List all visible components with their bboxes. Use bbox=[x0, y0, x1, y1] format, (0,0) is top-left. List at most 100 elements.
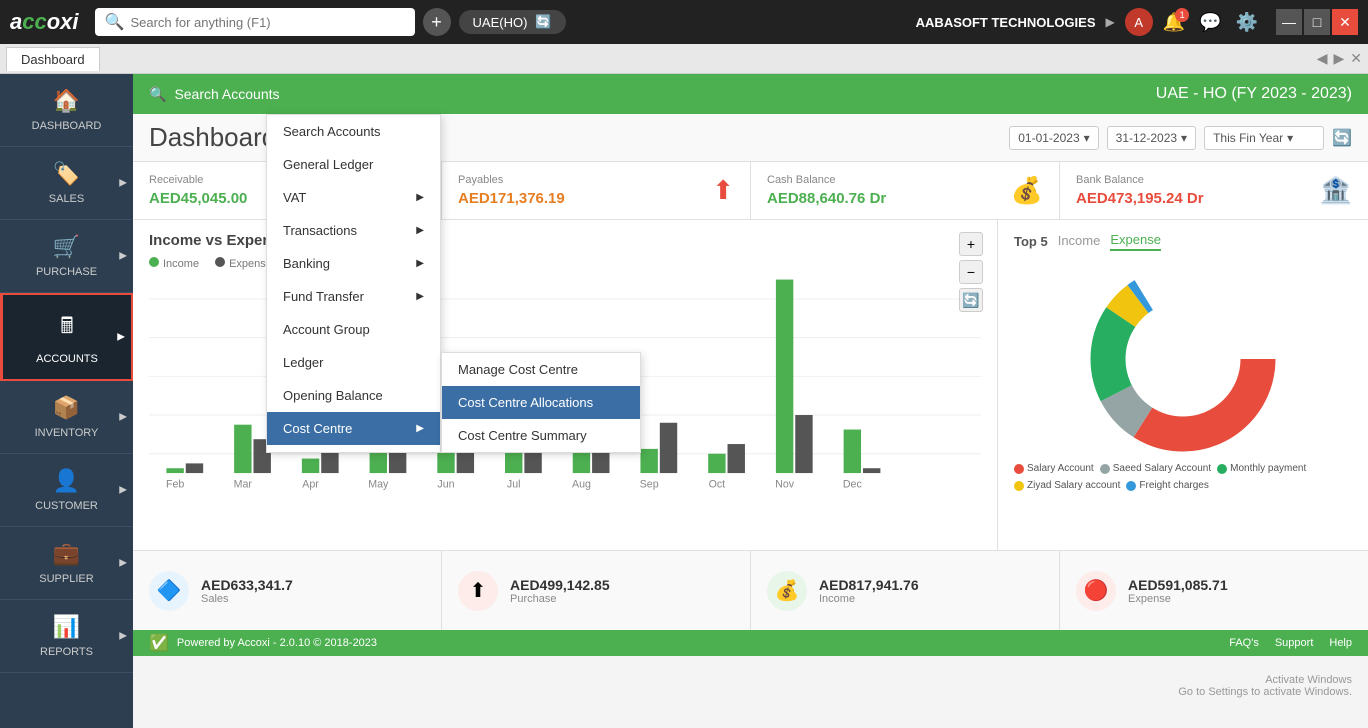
purchase-icon: 🛒 bbox=[53, 234, 80, 260]
sales-amount: AED633,341.7 bbox=[201, 577, 293, 593]
notification-icon[interactable]: 🔔1 bbox=[1163, 12, 1185, 33]
company-selector[interactable]: UAE(HO) 🔄 bbox=[459, 10, 566, 34]
expense-bottom-icon: 🔴 bbox=[1076, 571, 1116, 611]
zoom-out-button[interactable]: − bbox=[959, 260, 983, 284]
sidebar-label-reports: REPORTS bbox=[40, 646, 93, 658]
faq-link[interactable]: FAQ's bbox=[1229, 637, 1259, 649]
support-link[interactable]: Support bbox=[1275, 637, 1314, 649]
tab-controls: ◀ ▶ ✕ bbox=[1317, 50, 1362, 67]
purchase-amount: AED499,142.85 bbox=[510, 577, 610, 593]
top5-expense-tab[interactable]: Expense bbox=[1110, 232, 1161, 251]
top-bar: accoxi 🔍 + UAE(HO) 🔄 AABASOFT TECHNOLOGI… bbox=[0, 0, 1368, 44]
tab-nav-left[interactable]: ◀ bbox=[1317, 50, 1328, 67]
sales-icon: 🏷️ bbox=[53, 161, 80, 187]
menu-search-accounts[interactable]: Search Accounts bbox=[267, 115, 440, 148]
chart-controls: + − 🔄 bbox=[959, 232, 983, 312]
search-input[interactable] bbox=[130, 15, 390, 30]
company-name: AABASOFT TECHNOLOGIES bbox=[916, 15, 1096, 30]
sidebar: 🏠 DASHBOARD 🏷️ SALES ▶ 🛒 PURCHASE ▶ 🖩 AC… bbox=[0, 74, 133, 728]
date-to-selector[interactable]: 31-12-2023 ▾ bbox=[1107, 126, 1196, 150]
menu-banking[interactable]: Banking ▶ bbox=[267, 247, 440, 280]
legend-saeed: Saeed Salary Account bbox=[1100, 463, 1211, 474]
close-button[interactable]: ✕ bbox=[1332, 9, 1358, 35]
reports-icon: 📊 bbox=[53, 614, 80, 640]
company-code: UAE(HO) bbox=[473, 15, 528, 30]
svg-text:May: May bbox=[368, 479, 389, 491]
accounts-icon: 🖩 bbox=[60, 309, 73, 347]
maximize-button[interactable]: □ bbox=[1304, 9, 1330, 35]
search-box[interactable]: 🔍 bbox=[95, 8, 415, 36]
submenu-cost-centre-allocations[interactable]: Cost Centre Allocations bbox=[442, 386, 640, 419]
sidebar-item-sales[interactable]: 🏷️ SALES ▶ bbox=[0, 147, 133, 220]
top-right: AABASOFT TECHNOLOGIES ▶ A 🔔1 💬 ⚙️ — □ ✕ bbox=[916, 8, 1358, 36]
zoom-in-button[interactable]: + bbox=[959, 232, 983, 256]
sidebar-item-accounts[interactable]: 🖩 ACCOUNTS ▶ bbox=[0, 293, 133, 381]
window-controls: — □ ✕ bbox=[1276, 9, 1358, 35]
chevron-down-icon: ▾ bbox=[1287, 131, 1293, 145]
cost-centre-submenu: Manage Cost Centre Cost Centre Allocatio… bbox=[441, 352, 641, 453]
chevron-down-icon: ▾ bbox=[1181, 131, 1187, 145]
cash-balance-card: Cash Balance AED88,640.76 Dr 💰 bbox=[751, 162, 1060, 219]
menu-transactions[interactable]: Transactions ▶ bbox=[267, 214, 440, 247]
legend-salary: Salary Account bbox=[1014, 463, 1094, 474]
search-icon: 🔍 bbox=[105, 12, 125, 32]
svg-text:Feb: Feb bbox=[166, 479, 184, 491]
sidebar-item-inventory[interactable]: 📦 INVENTORY ▶ bbox=[0, 381, 133, 454]
menu-opening-balance[interactable]: Opening Balance bbox=[267, 379, 440, 412]
menu-cost-centre[interactable]: Cost Centre ▶ bbox=[267, 412, 440, 445]
menu-vat[interactable]: VAT ▶ bbox=[267, 181, 440, 214]
search-accounts-label[interactable]: 🔍 Search Accounts bbox=[149, 86, 280, 103]
bottom-cards: 🔷 AED633,341.7 Sales ⬆ AED499,142.85 Pur… bbox=[133, 550, 1368, 630]
refresh-icon[interactable]: 🔄 bbox=[1332, 128, 1352, 148]
chevron-right-icon: ▶ bbox=[416, 225, 424, 236]
expense-amount: AED591,085.71 bbox=[1128, 577, 1228, 593]
chevron-right-icon: ▶ bbox=[119, 631, 127, 642]
fin-year-selector[interactable]: This Fin Year ▾ bbox=[1204, 126, 1324, 150]
settings-icon[interactable]: ⚙️ bbox=[1236, 12, 1258, 33]
sidebar-item-purchase[interactable]: 🛒 PURCHASE ▶ bbox=[0, 220, 133, 293]
sales-label: Sales bbox=[201, 593, 293, 605]
bottom-card-purchase: ⬆ AED499,142.85 Purchase bbox=[442, 551, 751, 630]
date-controls: 01-01-2023 ▾ 31-12-2023 ▾ This Fin Year … bbox=[1009, 126, 1352, 150]
sidebar-item-reports[interactable]: 📊 REPORTS ▶ bbox=[0, 600, 133, 673]
sidebar-label-customer: CUSTOMER bbox=[35, 500, 98, 512]
submenu-cost-centre-summary[interactable]: Cost Centre Summary bbox=[442, 419, 640, 452]
sidebar-item-dashboard[interactable]: 🏠 DASHBOARD bbox=[0, 74, 133, 147]
income-label: Income bbox=[819, 593, 919, 605]
supplier-icon: 💼 bbox=[53, 541, 80, 567]
tab-close[interactable]: ✕ bbox=[1350, 50, 1362, 67]
add-button[interactable]: + bbox=[423, 8, 451, 36]
svg-text:Oct: Oct bbox=[709, 479, 726, 491]
menu-ledger[interactable]: Ledger bbox=[267, 346, 440, 379]
minimize-button[interactable]: — bbox=[1276, 9, 1302, 35]
chevron-right-icon: ▶ bbox=[117, 332, 125, 343]
menu-general-ledger[interactable]: General Ledger bbox=[267, 148, 440, 181]
receivable-value: AED45,045.00 bbox=[149, 190, 247, 207]
svg-text:Aug: Aug bbox=[572, 479, 591, 491]
help-link[interactable]: Help bbox=[1329, 637, 1352, 649]
svg-text:Nov: Nov bbox=[775, 479, 795, 491]
bank-balance-label: Bank Balance bbox=[1076, 174, 1204, 186]
chevron-right-icon: ▶ bbox=[119, 558, 127, 569]
sidebar-item-supplier[interactable]: 💼 SUPPLIER ▶ bbox=[0, 527, 133, 600]
top5-income-tab[interactable]: Income bbox=[1058, 233, 1101, 250]
purchase-bottom-icon: ⬆ bbox=[458, 571, 498, 611]
windows-activation-msg: Activate Windows Go to Settings to activ… bbox=[1178, 674, 1352, 698]
footer-icon: ✅ bbox=[149, 633, 169, 653]
date-from-selector[interactable]: 01-01-2023 ▾ bbox=[1009, 126, 1098, 150]
refresh-chart-button[interactable]: 🔄 bbox=[959, 288, 983, 312]
menu-fund-transfer[interactable]: Fund Transfer ▶ bbox=[267, 280, 440, 313]
tab-dashboard[interactable]: Dashboard bbox=[6, 47, 100, 71]
submenu-manage-cost-centre[interactable]: Manage Cost Centre bbox=[442, 353, 640, 386]
svg-text:Jul: Jul bbox=[507, 479, 521, 491]
income-amount: AED817,941.76 bbox=[819, 577, 919, 593]
svg-text:Mar: Mar bbox=[234, 479, 253, 491]
chat-icon[interactable]: 💬 bbox=[1199, 12, 1221, 33]
sidebar-label-sales: SALES bbox=[49, 193, 84, 205]
sidebar-label-purchase: PURCHASE bbox=[36, 266, 97, 278]
sidebar-item-customer[interactable]: 👤 CUSTOMER ▶ bbox=[0, 454, 133, 527]
tab-nav-right[interactable]: ▶ bbox=[1333, 50, 1344, 67]
footer: ✅ Powered by Accoxi - 2.0.10 © 2018-2023… bbox=[133, 630, 1368, 656]
bottom-card-sales: 🔷 AED633,341.7 Sales bbox=[133, 551, 442, 630]
menu-account-group[interactable]: Account Group bbox=[267, 313, 440, 346]
